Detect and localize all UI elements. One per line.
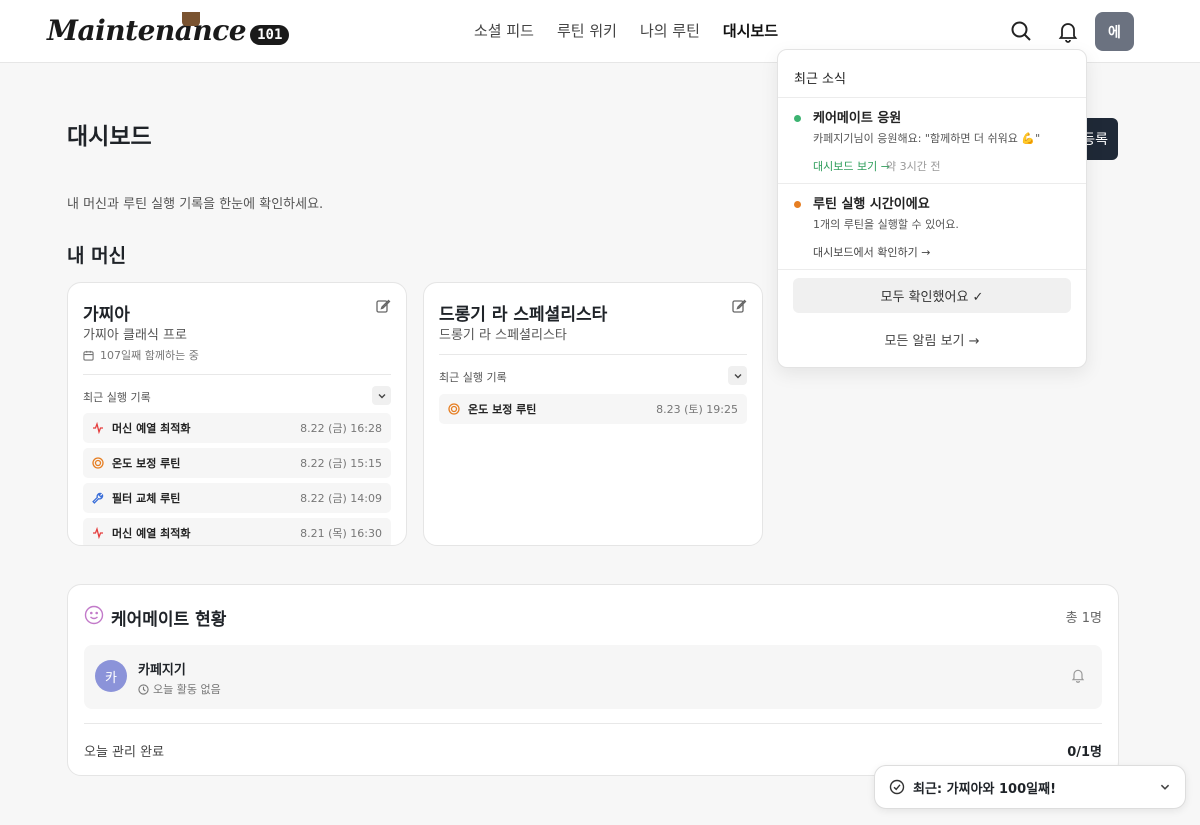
collapse-logs-button[interactable] bbox=[372, 386, 391, 405]
log-routine-name: 필터 교체 루틴 bbox=[112, 492, 181, 505]
log-routine-name: 온도 보정 루틴 bbox=[112, 457, 181, 470]
log-title: 최근 실행 기록 bbox=[439, 371, 507, 384]
log-time: 8.22 (금) 15:15 bbox=[300, 457, 382, 470]
divider bbox=[778, 97, 1086, 98]
notification-body: 카페지기님이 응원해요: "함께하면 더 쉬워요 💪" bbox=[813, 132, 1041, 145]
collapse-logs-button[interactable] bbox=[728, 366, 747, 385]
status-dot bbox=[794, 115, 801, 122]
bell-icon[interactable] bbox=[1056, 19, 1080, 43]
caremate-title: 케어메이트 현황 bbox=[111, 610, 227, 630]
clock-icon bbox=[138, 683, 149, 695]
log-row[interactable]: 머신 예열 최적화 8.22 (금) 16:28 bbox=[83, 413, 391, 443]
section-title-my-machines: 내 머신 bbox=[67, 245, 127, 267]
caremate-row[interactable]: 카 카페지기 오늘 활동 없음 bbox=[84, 645, 1102, 709]
machine-days-text: 107일째 함께하는 중 bbox=[100, 349, 199, 362]
page-title: 대시보드 bbox=[67, 124, 152, 150]
chevron-down-icon bbox=[734, 373, 741, 378]
nav-dashboard[interactable]: 대시보드 bbox=[723, 20, 778, 41]
caremate-status: 오늘 활동 없음 bbox=[138, 681, 221, 697]
chevron-down-icon[interactable] bbox=[1159, 781, 1171, 793]
caremate-status-text: 오늘 활동 없음 bbox=[153, 683, 221, 696]
activity-icon bbox=[93, 422, 103, 434]
notification-body: 1개의 루틴을 실행할 수 있어요. bbox=[813, 218, 959, 231]
log-row[interactable]: 머신 예열 최적화 8.21 (목) 16:30 bbox=[83, 518, 391, 545]
divider bbox=[778, 183, 1086, 184]
log-time: 8.21 (목) 16:30 bbox=[300, 527, 382, 540]
machine-model: 드롱기 라 스페셜리스타 bbox=[439, 328, 567, 343]
logo[interactable]: Maintenance 101 bbox=[47, 10, 290, 50]
divider bbox=[778, 269, 1086, 270]
machine-card[interactable]: 가찌아 가찌아 클래식 프로 107일째 함께하는 중 최근 실행 기록 머신 … bbox=[67, 282, 407, 546]
log-row[interactable]: 온도 보정 루틴 8.22 (금) 15:15 bbox=[83, 448, 391, 478]
caremate-name: 카페지기 bbox=[138, 663, 186, 678]
log-routine-name: 머신 예열 최적화 bbox=[112, 527, 191, 540]
edit-icon[interactable] bbox=[375, 298, 391, 314]
log-time: 8.22 (금) 14:09 bbox=[300, 492, 382, 505]
nav-my-routine[interactable]: 나의 루틴 bbox=[640, 20, 700, 41]
log-row[interactable]: 온도 보정 루틴 8.23 (토) 19:25 bbox=[439, 394, 747, 424]
notifications-dropdown: 최근 소식 케어메이트 응원 카페지기님이 응원해요: "함께하면 더 쉬워요 … bbox=[777, 49, 1087, 368]
notification-time: 약 3시간 전 bbox=[886, 160, 941, 173]
check-circle-icon bbox=[889, 779, 905, 795]
caremate-panel: 케어메이트 현황 총 1명 카 카페지기 오늘 활동 없음 오늘 관리 완료 0… bbox=[67, 584, 1119, 776]
smile-icon bbox=[84, 605, 104, 625]
recent-toast[interactable]: 최근: 가찌아와 100일째! bbox=[874, 765, 1186, 809]
machine-name: 드롱기 라 스페셜리스타 bbox=[439, 305, 608, 325]
page-subtitle: 내 머신과 루틴 실행 기록을 한눈에 확인하세요. bbox=[67, 197, 324, 212]
machine-days: 107일째 함께하는 중 bbox=[83, 347, 199, 363]
notification-title: 루틴 실행 시간이에요 bbox=[813, 197, 930, 212]
log-row[interactable]: 필터 교체 루틴 8.22 (금) 14:09 bbox=[83, 483, 391, 513]
status-dot bbox=[794, 201, 801, 208]
log-title: 최근 실행 기록 bbox=[83, 391, 151, 404]
log-routine-name: 머신 예열 최적화 bbox=[112, 422, 191, 435]
divider bbox=[84, 723, 1102, 724]
view-all-notifications-link[interactable]: 모든 알림 보기 → bbox=[778, 330, 1086, 349]
machine-name: 가찌아 bbox=[83, 305, 130, 325]
caremate-count: 총 1명 bbox=[1065, 611, 1102, 626]
machine-card[interactable]: 드롱기 라 스페셜리스타 드롱기 라 스페셜리스타 최근 실행 기록 온도 보정… bbox=[423, 282, 763, 546]
mark-all-read-button[interactable]: 모두 확인했어요 ✓ bbox=[793, 278, 1071, 313]
notifications-title: 최근 소식 bbox=[794, 72, 846, 87]
coffee-cup-icon bbox=[182, 12, 200, 26]
main-nav: 소셜 피드 루틴 위키 나의 루틴 대시보드 bbox=[474, 20, 778, 41]
care-done-label: 오늘 관리 완료 bbox=[84, 745, 165, 760]
activity-icon bbox=[93, 527, 103, 539]
target-icon bbox=[92, 457, 104, 469]
bell-icon[interactable] bbox=[1070, 667, 1086, 683]
nav-routine-wiki[interactable]: 루틴 위키 bbox=[557, 20, 617, 41]
calendar-icon bbox=[83, 350, 94, 361]
log-routine-name: 온도 보정 루틴 bbox=[468, 403, 537, 416]
log-time: 8.22 (금) 16:28 bbox=[300, 422, 382, 435]
toast-text: 최근: 가찌아와 100일째! bbox=[913, 781, 1056, 797]
user-avatar-button[interactable]: 에 bbox=[1095, 12, 1134, 51]
divider bbox=[83, 374, 391, 375]
nav-social-feed[interactable]: 소셜 피드 bbox=[474, 20, 534, 41]
notification-link[interactable]: 대시보드 보기 → bbox=[813, 158, 890, 174]
logo-badge: 101 bbox=[250, 25, 290, 45]
notification-title: 케어메이트 응원 bbox=[813, 111, 902, 126]
logo-text: Maintenance bbox=[47, 13, 247, 47]
chevron-down-icon bbox=[378, 393, 385, 398]
edit-icon[interactable] bbox=[731, 298, 747, 314]
divider bbox=[439, 354, 747, 355]
avatar: 카 bbox=[95, 660, 127, 692]
machine-model: 가찌아 클래식 프로 bbox=[83, 328, 187, 343]
log-time: 8.23 (토) 19:25 bbox=[656, 403, 738, 416]
care-done-value: 0/1명 bbox=[1067, 745, 1102, 760]
wrench-icon bbox=[92, 492, 104, 504]
target-icon bbox=[448, 403, 460, 415]
search-icon[interactable] bbox=[1009, 19, 1033, 43]
notification-link[interactable]: 대시보드에서 확인하기 → bbox=[813, 244, 930, 260]
